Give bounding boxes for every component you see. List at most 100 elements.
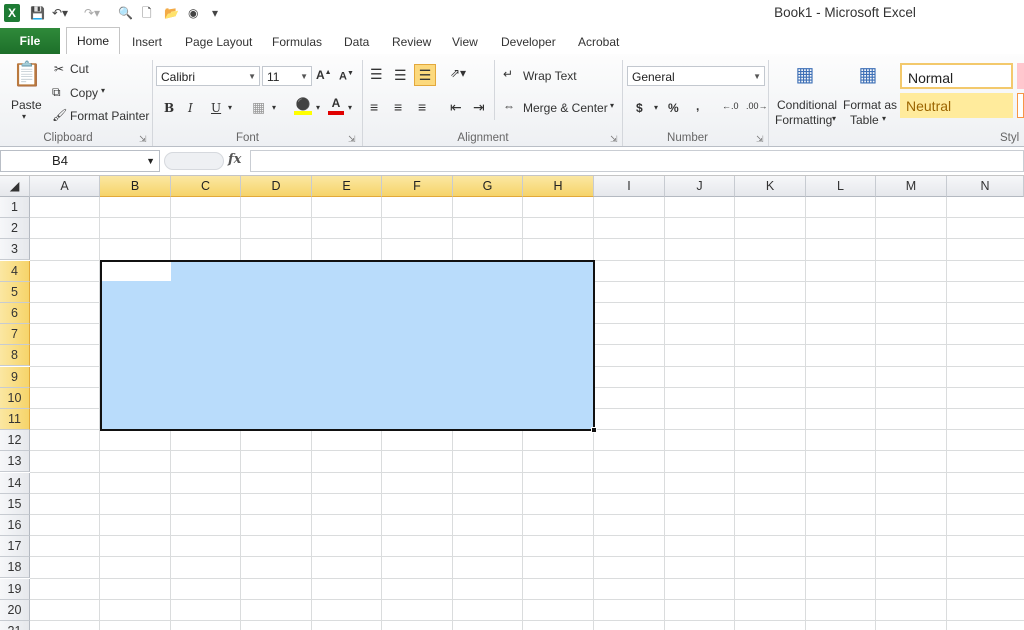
column-header-a[interactable]: A: [30, 176, 100, 197]
excel-icon[interactable]: X: [4, 4, 20, 22]
dialog-launcher-icon[interactable]: ⇲: [348, 134, 356, 145]
column-header-k[interactable]: K: [735, 176, 806, 197]
orientation-icon[interactable]: ⇗▾: [450, 66, 466, 80]
merge-icon[interactable]: ⇔: [503, 99, 515, 113]
shrink-font-icon[interactable]: A▼: [339, 70, 354, 83]
conditional-formatting-icon[interactable]: ▦: [792, 62, 818, 88]
row-header-18[interactable]: 18: [0, 557, 30, 579]
currency-dropdown-icon[interactable]: ▾: [654, 103, 658, 112]
style-bad-swatch[interactable]: [1017, 63, 1024, 89]
new-document-icon[interactable]: 🗋: [142, 4, 152, 22]
spreadsheet-grid[interactable]: ◢ ABCDEFGHIJKLMN 1 2 3 4 5 6 7 8 9 10 11 12 13 14 15 16…: [0, 176, 1024, 630]
copy-button[interactable]: Copy: [70, 86, 98, 100]
tab-file[interactable]: File: [0, 28, 60, 54]
customize-qat-icon[interactable]: ▾: [212, 4, 218, 22]
scissors-icon[interactable]: ✂: [54, 62, 64, 76]
column-header-b[interactable]: B: [100, 176, 171, 197]
copy-icon[interactable]: ⧉: [52, 85, 61, 100]
bold-button[interactable]: B: [164, 101, 174, 115]
dialog-launcher-icon[interactable]: ⇲: [756, 134, 764, 145]
name-box[interactable]: B4 ▼: [0, 150, 160, 172]
conditional-button-line2[interactable]: Formatting: [775, 113, 832, 127]
merge-dropdown-icon[interactable]: ▾: [610, 101, 614, 110]
align-top-icon[interactable]: ☰: [370, 66, 383, 83]
row-header-5[interactable]: 5: [0, 281, 30, 303]
column-header-n[interactable]: N: [947, 176, 1024, 197]
increase-decimal-icon[interactable]: ←.0: [722, 101, 739, 111]
fill-handle[interactable]: [591, 427, 597, 433]
wrap-text-button[interactable]: Wrap Text: [523, 69, 577, 83]
decrease-indent-icon[interactable]: ⇤: [450, 99, 462, 116]
fill-color-icon[interactable]: ⚫: [294, 97, 312, 115]
tab-home[interactable]: Home: [66, 27, 120, 55]
row-header-13[interactable]: 13: [0, 451, 30, 473]
row-header-1[interactable]: 1: [0, 197, 30, 218]
print-preview-icon[interactable]: 🔍: [118, 4, 133, 22]
open-folder-icon[interactable]: 📂: [164, 4, 179, 22]
dialog-launcher-icon[interactable]: ⇲: [139, 134, 147, 145]
chevron-down-icon[interactable]: ▼: [146, 151, 155, 171]
column-header-h[interactable]: H: [523, 176, 594, 197]
format-table-dropdown-icon[interactable]: ▾: [882, 114, 886, 123]
increase-indent-icon[interactable]: ⇥: [473, 99, 485, 116]
font-color-icon[interactable]: A: [328, 96, 344, 115]
column-header-c[interactable]: C: [171, 176, 241, 197]
conditional-dropdown-icon[interactable]: ▾: [832, 114, 836, 123]
tab-developer[interactable]: Developer: [501, 35, 556, 49]
row-header-19[interactable]: 19: [0, 578, 30, 600]
insert-function-icon[interactable]: fx: [228, 152, 241, 167]
row-header-8[interactable]: 8: [0, 345, 30, 367]
column-header-g[interactable]: G: [453, 176, 523, 197]
row-header-21[interactable]: 21: [0, 621, 30, 630]
row-header-15[interactable]: 15: [0, 493, 30, 515]
italic-button[interactable]: I: [188, 101, 193, 115]
tab-formulas[interactable]: Formulas: [272, 35, 322, 49]
formula-bar-splitter[interactable]: [164, 152, 224, 170]
column-header-e[interactable]: E: [312, 176, 382, 197]
row-header-7[interactable]: 7: [0, 324, 30, 346]
column-header-j[interactable]: J: [665, 176, 735, 197]
row-header-11[interactable]: 11: [0, 409, 30, 430]
conditional-button-line1[interactable]: Conditional: [777, 98, 837, 112]
align-bottom-icon[interactable]: ☰: [414, 64, 436, 86]
row-header-20[interactable]: 20: [0, 599, 30, 621]
paste-button[interactable]: Paste: [11, 98, 42, 112]
tab-review[interactable]: Review: [392, 35, 431, 49]
save-icon[interactable]: 💾: [30, 4, 45, 22]
brush-icon[interactable]: 🖌: [52, 108, 67, 122]
acrobat-icon[interactable]: ◉: [188, 4, 198, 22]
row-header-17[interactable]: 17: [0, 536, 30, 558]
style-normal[interactable]: Normal: [900, 63, 1013, 89]
cut-button[interactable]: Cut: [70, 62, 89, 76]
format-as-table-line1[interactable]: Format as: [843, 98, 897, 112]
fill-dropdown-icon[interactable]: ▾: [316, 103, 320, 112]
percent-button[interactable]: %: [668, 101, 679, 115]
borders-dropdown-icon[interactable]: ▾: [272, 103, 276, 112]
dialog-launcher-icon[interactable]: ⇲: [610, 134, 618, 145]
column-header-m[interactable]: M: [876, 176, 947, 197]
tab-insert[interactable]: Insert: [132, 35, 162, 49]
style-neutral[interactable]: Neutral: [900, 93, 1013, 118]
tab-page-layout[interactable]: Page Layout: [185, 35, 252, 49]
comma-button[interactable]: ,: [696, 99, 699, 113]
select-all-corner[interactable]: ◢: [0, 176, 30, 197]
column-header-d[interactable]: D: [241, 176, 312, 197]
row-header-16[interactable]: 16: [0, 515, 30, 536]
font-name-combo[interactable]: Calibri ▼: [156, 66, 260, 86]
underline-button[interactable]: U: [211, 101, 221, 115]
row-header-12[interactable]: 12: [0, 430, 30, 452]
format-as-table-line2[interactable]: Table: [850, 113, 879, 127]
row-header-9[interactable]: 9: [0, 366, 30, 388]
number-format-combo[interactable]: General ▼: [627, 66, 765, 86]
row-header-6[interactable]: 6: [0, 303, 30, 324]
underline-dropdown-icon[interactable]: ▾: [228, 103, 232, 112]
active-cell[interactable]: [102, 262, 171, 281]
column-header-f[interactable]: F: [382, 176, 453, 197]
currency-button[interactable]: $: [636, 101, 643, 115]
column-header-l[interactable]: L: [806, 176, 876, 197]
row-header-10[interactable]: 10: [0, 387, 30, 409]
row-header-4[interactable]: 4: [0, 260, 30, 282]
format-painter-button[interactable]: Format Painter: [70, 109, 149, 123]
undo-icon[interactable]: ↶▾: [52, 4, 68, 22]
tab-view[interactable]: View: [452, 35, 478, 49]
